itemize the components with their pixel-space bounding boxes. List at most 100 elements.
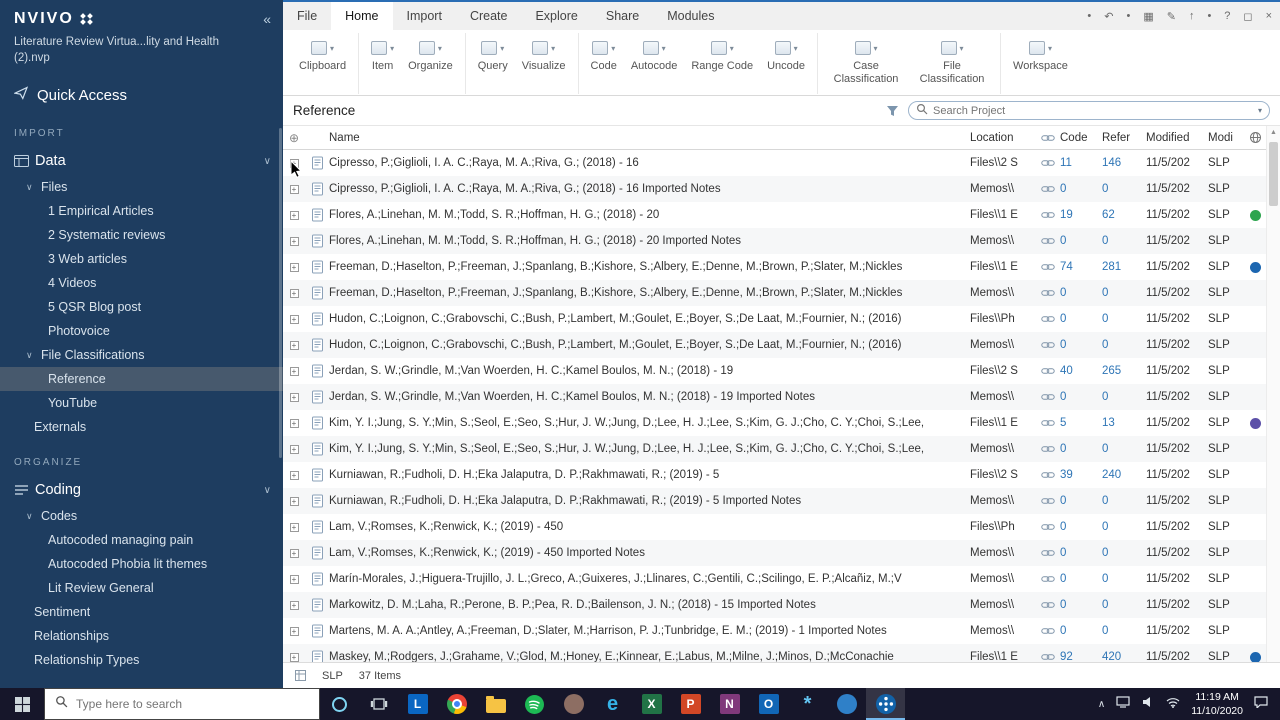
expand-row-icon[interactable]: + (289, 496, 299, 506)
sidebar-item-files[interactable]: ∨ Files (0, 175, 283, 199)
edit-icon[interactable]: ✎ (1167, 10, 1176, 23)
speaker-icon[interactable] (1141, 695, 1155, 713)
column-header-globe-icon[interactable] (1244, 131, 1266, 144)
menu-tab-import[interactable]: Import (393, 2, 456, 30)
chrome-icon[interactable] (437, 688, 476, 720)
scroll-up-icon[interactable]: ▲ (1270, 129, 1277, 136)
expand-row-icon[interactable]: + (289, 626, 299, 636)
powerpoint-icon[interactable]: P (671, 688, 710, 720)
taskbar-search-input[interactable] (76, 697, 309, 711)
expand-row-icon[interactable]: + (289, 418, 299, 428)
expand-row-icon[interactable]: + (289, 470, 299, 480)
vertical-scrollbar[interactable]: ▲ (1266, 126, 1280, 662)
chevron-down-icon[interactable]: ∨ (264, 156, 271, 167)
expand-row-icon[interactable]: + (289, 444, 299, 454)
sidebar-item-5-qsr-blog-post[interactable]: 5 QSR Blog post (0, 295, 283, 319)
table-row[interactable]: + Lam, V.;Romses, K.;Renwick, K.; (2019)… (283, 514, 1266, 540)
expand-row-icon[interactable]: + (289, 522, 299, 532)
redo-icon[interactable]: • (1126, 10, 1130, 22)
notification-icon[interactable] (1254, 695, 1268, 713)
sidebar-item-externals[interactable]: ∨Externals (0, 415, 283, 439)
sidebar-item-autocoded-managing-pain[interactable]: Autocoded managing pain (0, 528, 283, 552)
ribbon-button-organize[interactable]: ▾ Organize (401, 35, 460, 73)
ribbon-button-clipboard[interactable]: ▾ Clipboard (292, 35, 353, 73)
clock[interactable]: 11:19 AM 11/10/2020 (1191, 690, 1243, 718)
expander-icon[interactable]: ∨ (26, 350, 41, 361)
sidebar-item-relationship-types[interactable]: ∨Relationship Types (0, 648, 283, 672)
sidebar-item-4-videos[interactable]: 4 Videos (0, 271, 283, 295)
table-row[interactable]: + Jerdan, S. W.;Grindle, M.;Van Woerden,… (283, 384, 1266, 410)
expand-row-icon[interactable]: + (289, 288, 299, 298)
sidebar-item-sentiment[interactable]: ∨Sentiment (0, 600, 283, 624)
start-button[interactable] (0, 688, 44, 720)
expand-row-icon[interactable]: + (289, 184, 299, 194)
up-arrow-icon[interactable]: ↑ (1189, 10, 1195, 22)
sidebar-item-autocoded-phobia-lit-themes[interactable]: Autocoded Phobia lit themes (0, 552, 283, 576)
sidebar-item-photovoice[interactable]: Photovoice (0, 319, 283, 343)
expand-row-icon[interactable]: + (289, 574, 299, 584)
network-icon[interactable] (1166, 695, 1180, 713)
onenote-icon[interactable]: N (710, 688, 749, 720)
sidebar-item-3-web-articles[interactable]: 3 Web articles (0, 247, 283, 271)
column-header-modified[interactable]: Modified (1146, 132, 1208, 144)
ribbon-button-code[interactable]: ▾ Code (584, 35, 624, 73)
app-icon-3[interactable] (827, 688, 866, 720)
app-icon-2[interactable]: * (788, 688, 827, 720)
close-icon[interactable]: × (1266, 10, 1272, 22)
menu-tab-share[interactable]: Share (592, 2, 653, 30)
help-icon[interactable]: ? (1224, 10, 1230, 22)
expand-row-icon[interactable]: + (289, 340, 299, 350)
column-header-link-icon[interactable] (1036, 134, 1060, 142)
sidebar-item-coding[interactable]: Coding ∨ (0, 476, 283, 504)
table-row[interactable]: + Jerdan, S. W.;Grindle, M.;Van Woerden,… (283, 358, 1266, 384)
sidebar-item-2-systematic-reviews[interactable]: 2 Systematic reviews (0, 223, 283, 247)
tray-expand-icon[interactable]: ∧ (1098, 699, 1105, 710)
table-row[interactable]: + Hudon, C.;Loignon, C.;Grabovschi, C.;B… (283, 332, 1266, 358)
table-row[interactable]: + Martens, M. A. A.;Antley, A.;Freeman, … (283, 618, 1266, 644)
sidebar-item-1-empirical-articles[interactable]: 1 Empirical Articles (0, 199, 283, 223)
expand-row-icon[interactable]: + (289, 314, 299, 324)
excel-icon[interactable]: X (632, 688, 671, 720)
sidebar-scrollbar[interactable] (279, 128, 282, 458)
sidebar-item-file-classifications[interactable]: ∨ File Classifications (0, 343, 283, 367)
expand-row-icon[interactable]: + (289, 392, 299, 402)
expand-row-icon[interactable]: + (289, 262, 299, 272)
file-explorer-icon[interactable] (476, 688, 515, 720)
app-icon-1[interactable] (554, 688, 593, 720)
pin-icon[interactable]: • (1087, 10, 1091, 22)
table-row[interactable]: + Flores, A.;Linehan, M. M.;Todd, S. R.;… (283, 228, 1266, 254)
sidebar-item-lit-review-general[interactable]: Lit Review General (0, 576, 283, 600)
search-input[interactable] (933, 104, 1253, 117)
cortana-icon[interactable] (320, 688, 359, 720)
expand-row-icon[interactable]: + (289, 366, 299, 376)
grid-view-icon[interactable]: ▦ (1143, 10, 1153, 23)
table-row[interactable]: + Cipresso, P.;Giglioli, I. A. C.;Raya, … (283, 176, 1266, 202)
table-row[interactable]: + Kim, Y. I.;Jung, S. Y.;Min, S.;Seol, E… (283, 410, 1266, 436)
ribbon-button-autocode[interactable]: ▾ Autocode (624, 35, 684, 73)
feedback-icon[interactable]: ◻ (1243, 10, 1252, 23)
column-header-code[interactable]: Code (1060, 132, 1102, 144)
ribbon-button-range-code[interactable]: ▾ Range Code (684, 35, 760, 73)
table-row[interactable]: + Freeman, D.;Haselton, P.;Freeman, J.;S… (283, 280, 1266, 306)
menu-tab-home[interactable]: Home (331, 2, 393, 30)
task-view-icon[interactable] (359, 688, 398, 720)
ribbon-button-visualize[interactable]: ▾ Visualize (515, 35, 573, 73)
scrollbar-thumb[interactable] (1269, 142, 1278, 206)
display-icon[interactable] (1116, 695, 1130, 713)
column-header-location[interactable]: Location (970, 132, 1036, 144)
table-row[interactable]: + Marín-Morales, J.;Higuera-Trujillo, J.… (283, 566, 1266, 592)
table-row[interactable]: + Flores, A.;Linehan, M. M.;Todd, S. R.;… (283, 202, 1266, 228)
column-header-modified-by[interactable]: Modi (1208, 132, 1244, 144)
chevron-down-icon[interactable]: ∨ (264, 485, 271, 496)
table-row[interactable]: + Cipresso, P.;Giglioli, I. A. C.;Raya, … (283, 150, 1266, 176)
table-row[interactable]: + Lam, V.;Romses, K.;Renwick, K.; (2019)… (283, 540, 1266, 566)
table-row[interactable]: + Hudon, C.;Loignon, C.;Grabovschi, C.;B… (283, 306, 1266, 332)
ribbon-button-uncode[interactable]: ▾ Uncode (760, 35, 812, 73)
filter-icon[interactable] (886, 105, 899, 117)
ribbon-button-case-classification[interactable]: ▾ Case Classification (823, 35, 909, 86)
nvivo-taskbar-icon[interactable] (866, 688, 905, 720)
table-row[interactable]: + Kim, Y. I.;Jung, S. Y.;Min, S.;Seol, E… (283, 436, 1266, 462)
expander-icon[interactable]: ∨ (26, 511, 41, 522)
expand-row-icon[interactable]: + (289, 548, 299, 558)
expand-row-icon[interactable]: + (289, 210, 299, 220)
